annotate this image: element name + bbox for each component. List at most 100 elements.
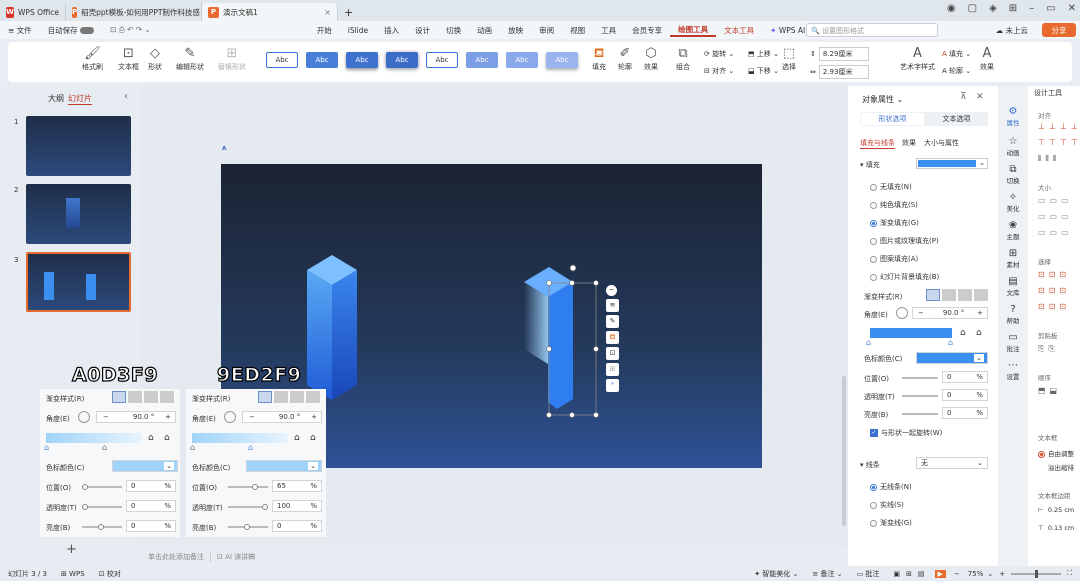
fill-color-dropdown[interactable]: ⌄ <box>916 158 988 169</box>
effect-button[interactable]: ⬡ 效果 <box>644 47 658 72</box>
gradient-linear-icon[interactable] <box>112 391 126 403</box>
style-preset-8[interactable]: Abc <box>546 52 578 68</box>
resize-handle[interactable] <box>546 412 552 418</box>
plus-icon[interactable]: + <box>165 413 171 421</box>
size-icons[interactable]: ▭▭▭ <box>1038 196 1073 205</box>
slider-thumb[interactable] <box>82 484 88 490</box>
brightness-slider[interactable] <box>82 524 122 530</box>
apps-icon[interactable]: ⊞ <box>1009 3 1017 14</box>
maximize-icon[interactable]: ▭ <box>1046 3 1055 14</box>
brightness-input[interactable]: 0% <box>272 520 322 532</box>
gradient-radial-icon[interactable] <box>128 391 142 403</box>
resize-handle[interactable] <box>593 280 599 286</box>
zoom-out-button[interactable]: − <box>954 570 960 578</box>
share-button[interactable]: 分享 <box>1042 23 1076 37</box>
toggle-switch[interactable] <box>80 27 95 34</box>
cloud-status[interactable]: ☁ 未上云 <box>988 25 1036 36</box>
comments-button[interactable]: ▭ 批注 <box>857 569 880 579</box>
proofread-button[interactable]: ⊡ 校对 <box>99 569 121 579</box>
zoom-slider[interactable] <box>1011 569 1062 578</box>
radio-icon[interactable] <box>870 201 877 209</box>
slider-thumb[interactable] <box>262 504 268 510</box>
menu-file[interactable]: ≡ 文件 <box>0 25 40 36</box>
stop-color-picker[interactable]: ⌄ <box>112 460 178 472</box>
shape-button[interactable]: ◇ 形状 <box>148 47 162 72</box>
width-value[interactable]: 2.93厘米 <box>818 65 869 79</box>
menu-slideshow[interactable]: 放映 <box>500 25 531 36</box>
play-icon[interactable]: ▶ <box>934 569 946 578</box>
radio-icon[interactable] <box>870 273 877 281</box>
text-outline-button[interactable]: A 轮廓 ⌄ <box>942 66 971 76</box>
sidebar-item-beautify[interactable]: ✧ 美化 <box>1002 192 1024 213</box>
position-slider[interactable] <box>82 484 122 490</box>
slide-thumbnail-3[interactable] <box>26 252 131 312</box>
angle-input[interactable]: − 90.0 ° + <box>912 307 988 319</box>
ai-notes-button[interactable]: ⊡ AI 演讲稿 <box>210 552 255 562</box>
combine-button[interactable]: ⧉ 组合 <box>676 47 690 72</box>
format-brush-button[interactable]: 🖌 格式刷 <box>82 47 103 72</box>
gradient-path-icon[interactable] <box>306 391 320 403</box>
style-preset-6[interactable]: Abc <box>466 52 498 68</box>
align-button[interactable]: ⊟ 对齐 ⌄ <box>704 66 734 76</box>
menu-member[interactable]: 会员专享 <box>624 25 670 36</box>
radio-icon[interactable] <box>870 255 877 263</box>
line-option[interactable]: 渐变线(G) <box>870 518 912 528</box>
restore-icon[interactable]: ▢ <box>968 3 977 14</box>
minus-icon[interactable]: − <box>249 413 255 421</box>
gradient-stop-handle[interactable]: ⌂ <box>102 443 107 452</box>
angle-dial-icon[interactable] <box>896 307 908 319</box>
tab-effect[interactable]: 效果 <box>902 138 916 148</box>
resize-handle[interactable] <box>593 412 599 418</box>
position-input[interactable]: 0% <box>942 371 988 383</box>
layers-icon[interactable]: ≋ <box>606 299 619 312</box>
gradient-stop-handle[interactable]: ⌂ <box>248 443 253 452</box>
select-icons[interactable]: ⊡⊡⊡ <box>1038 302 1070 311</box>
stop-color-picker[interactable]: ⌄ <box>246 460 322 472</box>
sidebar-item-material[interactable]: ⊞ 素材 <box>1002 248 1024 269</box>
art-text-button[interactable]: A 艺术字样式 <box>900 47 935 72</box>
zoom-level[interactable]: 75% <box>968 570 984 578</box>
radio-icon[interactable] <box>870 237 877 245</box>
menu-drawing-tools[interactable]: 绘图工具 <box>670 24 717 37</box>
transparency-input[interactable]: 100% <box>272 500 322 512</box>
select-icons[interactable]: ⊡⊡⊡ <box>1038 286 1070 295</box>
move-up-button[interactable]: ⬒ 上移 ⌄ <box>748 49 779 59</box>
size-icons[interactable]: ▭▭▭ <box>1038 228 1073 237</box>
radio-icon[interactable] <box>870 219 877 227</box>
remove-stop-icon[interactable]: ⌂ <box>310 433 316 443</box>
angle-dial-icon[interactable] <box>78 411 90 423</box>
transparency-input[interactable]: 0% <box>942 389 988 401</box>
replace-icon[interactable]: ⊞ <box>606 363 619 376</box>
radio-icon[interactable] <box>870 483 877 491</box>
add-slide-button[interactable]: + <box>66 542 77 557</box>
gradient-bar[interactable] <box>46 433 142 443</box>
angle-dial-icon[interactable] <box>224 411 236 423</box>
slider-thumb[interactable] <box>244 524 250 530</box>
new-tab-button[interactable]: + <box>338 3 359 21</box>
gradient-stop-handle[interactable]: ⌂ <box>44 443 49 452</box>
zoom-slider-thumb[interactable] <box>1035 569 1039 578</box>
tab-slides[interactable]: 幻灯片 <box>68 93 92 105</box>
line-section-header[interactable]: ▾ 线条 <box>860 460 880 470</box>
slider-thumb[interactable] <box>82 504 88 510</box>
remove-stop-icon[interactable]: ⌂ <box>976 328 982 338</box>
zoom-in-button[interactable]: + <box>999 570 1005 578</box>
fill-option[interactable]: 幻灯片背景填充(B) <box>870 272 939 282</box>
sidebar-item-help[interactable]: ? 帮助 <box>1002 304 1024 325</box>
gradient-linear-icon[interactable] <box>258 391 272 403</box>
menu-islide[interactable]: iSlide <box>340 26 376 35</box>
collapse-icon[interactable]: ‹ <box>124 91 128 102</box>
gradient-radial-icon[interactable] <box>274 391 288 403</box>
margin-field[interactable]: ⊢ 0.25 cm <box>1038 506 1074 514</box>
text-effect-button[interactable]: A 效果 <box>980 47 994 72</box>
menu-animation[interactable]: 动画 <box>469 25 500 36</box>
vertical-scrollbar[interactable] <box>840 86 848 549</box>
gradient-rect-icon[interactable] <box>290 391 304 403</box>
outline-button[interactable]: ✐ 轮廓 <box>618 47 632 72</box>
margin-field[interactable]: ⊤ 0.13 cm <box>1038 524 1074 532</box>
brightness-slider[interactable] <box>902 413 938 415</box>
gradient-bar[interactable] <box>870 328 952 338</box>
radio-icon[interactable] <box>1038 450 1045 458</box>
brightness-input[interactable]: 0% <box>126 520 176 532</box>
close-window-icon[interactable]: ✕ <box>1068 3 1076 14</box>
